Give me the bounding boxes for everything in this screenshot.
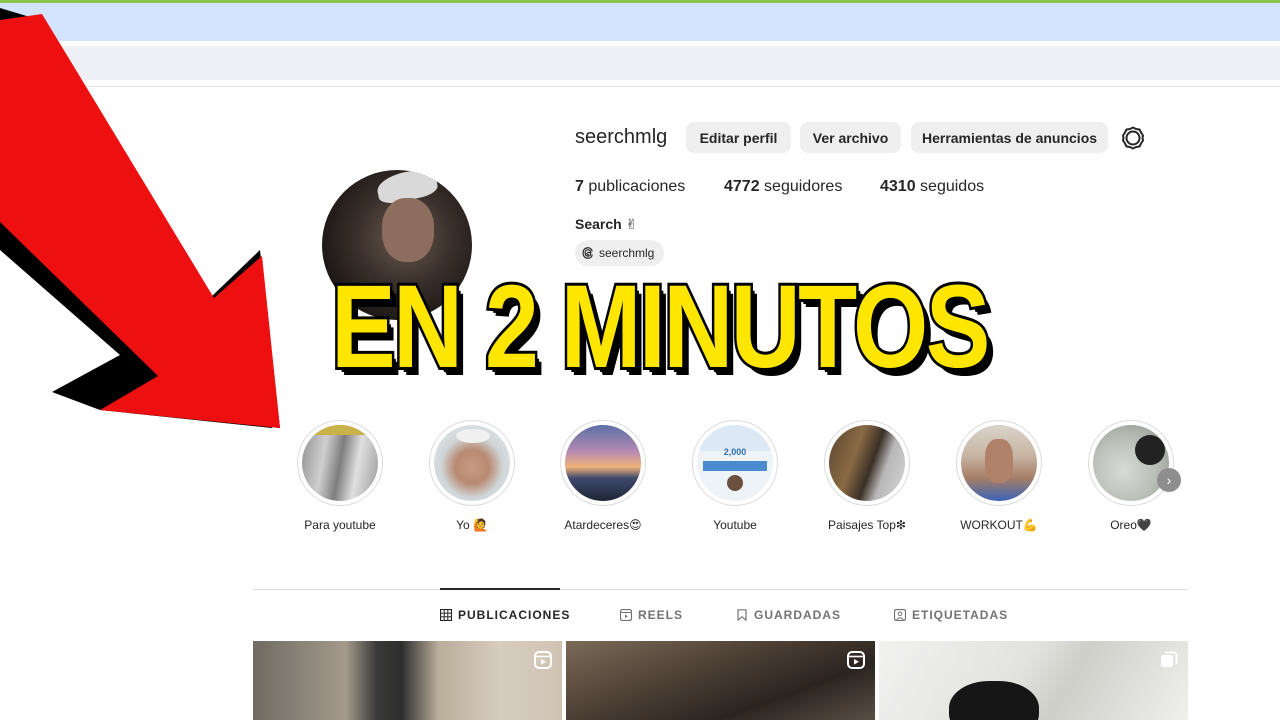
bookmark-icon (737, 609, 747, 621)
following-stat[interactable]: 4310 seguidos (880, 178, 984, 196)
tab-label: GUARDADAS (754, 608, 841, 622)
view-archive-button[interactable]: Ver archivo (800, 122, 901, 153)
highlight-cover (829, 425, 905, 501)
avatar-face (382, 198, 434, 262)
highlight-label: WORKOUT💪 (960, 518, 1038, 532)
tabs-divider (253, 589, 1188, 590)
posts-count: 7 (575, 178, 584, 195)
posts-label: publicaciones (583, 178, 686, 195)
tab-label: ETIQUETADAS (912, 608, 1009, 622)
post-thumbnail[interactable] (879, 641, 1188, 720)
edit-profile-button[interactable]: Editar perfil (686, 122, 791, 153)
highlight-paisajes-top[interactable]: Paisajes Top❇ (823, 420, 911, 532)
highlight-cover-text: 2,000 (723, 447, 747, 457)
highlight-workout[interactable]: WORKOUT💪 (955, 420, 1043, 532)
post-thumbnail[interactable] (566, 641, 875, 720)
reels-icon (620, 609, 632, 621)
highlight-ring (429, 420, 515, 506)
settings-gear-icon[interactable] (1121, 126, 1145, 150)
posts-stat: 7 publicaciones (575, 178, 685, 196)
highlight-ring (824, 420, 910, 506)
tab-label: PUBLICACIONES (458, 608, 571, 622)
reel-icon (534, 651, 552, 669)
highlights-next-chevron-icon[interactable]: › (1157, 468, 1181, 492)
following-count: 4310 (880, 178, 916, 195)
highlight-ring (560, 420, 646, 506)
highlight-cover (302, 425, 378, 501)
highlight-ring (956, 420, 1042, 506)
threads-handle: seerchmlg (599, 246, 655, 260)
highlight-label: Oreo🖤 (1110, 518, 1152, 532)
highlight-para-youtube[interactable]: Para youtube (296, 420, 384, 532)
tab-guardadas[interactable]: GUARDADAS (736, 608, 841, 622)
highlight-label: Paisajes Top❇ (828, 518, 906, 532)
tagged-icon (894, 609, 906, 621)
tab-etiquetadas[interactable]: ETIQUETADAS (894, 608, 1008, 622)
highlight-youtube[interactable]: 2,000 Youtube (691, 420, 779, 532)
following-label: seguidos (915, 178, 985, 195)
followers-count: 4772 (724, 178, 760, 195)
highlight-label: Para youtube (304, 518, 376, 532)
profile-username: seerchmlg (575, 126, 668, 148)
highlight-label: Atardeceres😍 (564, 518, 642, 532)
reel-icon (847, 651, 865, 669)
tab-publicaciones[interactable]: PUBLICACIONES (440, 608, 570, 622)
highlight-ring (1088, 420, 1174, 506)
highlight-ring (297, 420, 383, 506)
highlight-yo[interactable]: Yo 🙋 (428, 420, 516, 532)
highlight-cover (961, 425, 1037, 501)
followers-stat[interactable]: 4772 seguidores (724, 178, 842, 196)
highlight-ring: 2,000 (692, 420, 778, 506)
active-tab-indicator (440, 588, 560, 590)
highlight-cover (1093, 425, 1169, 501)
highlight-label: Yo 🙋 (456, 518, 488, 532)
highlight-label: Youtube (713, 518, 757, 532)
threads-icon (582, 247, 593, 259)
headline-overlay-text: EN 2 MINUTOS (329, 258, 993, 396)
highlight-cover (434, 425, 510, 501)
red-arrow-overlay (0, 8, 280, 428)
profile-full-name: Search ✌ (575, 216, 638, 232)
highlight-cover (565, 425, 641, 501)
highlight-cover: 2,000 (697, 425, 773, 501)
grid-icon (440, 609, 452, 621)
highlight-atardeceres[interactable]: Atardeceres😍 (559, 420, 647, 532)
post-thumbnail[interactable] (253, 641, 562, 720)
followers-label: seguidores (759, 178, 843, 195)
tab-label: REELS (638, 608, 684, 622)
carousel-icon (1161, 651, 1178, 667)
ad-tools-button[interactable]: Herramientas de anuncios (911, 122, 1108, 153)
tab-reels[interactable]: REELS (620, 608, 683, 622)
